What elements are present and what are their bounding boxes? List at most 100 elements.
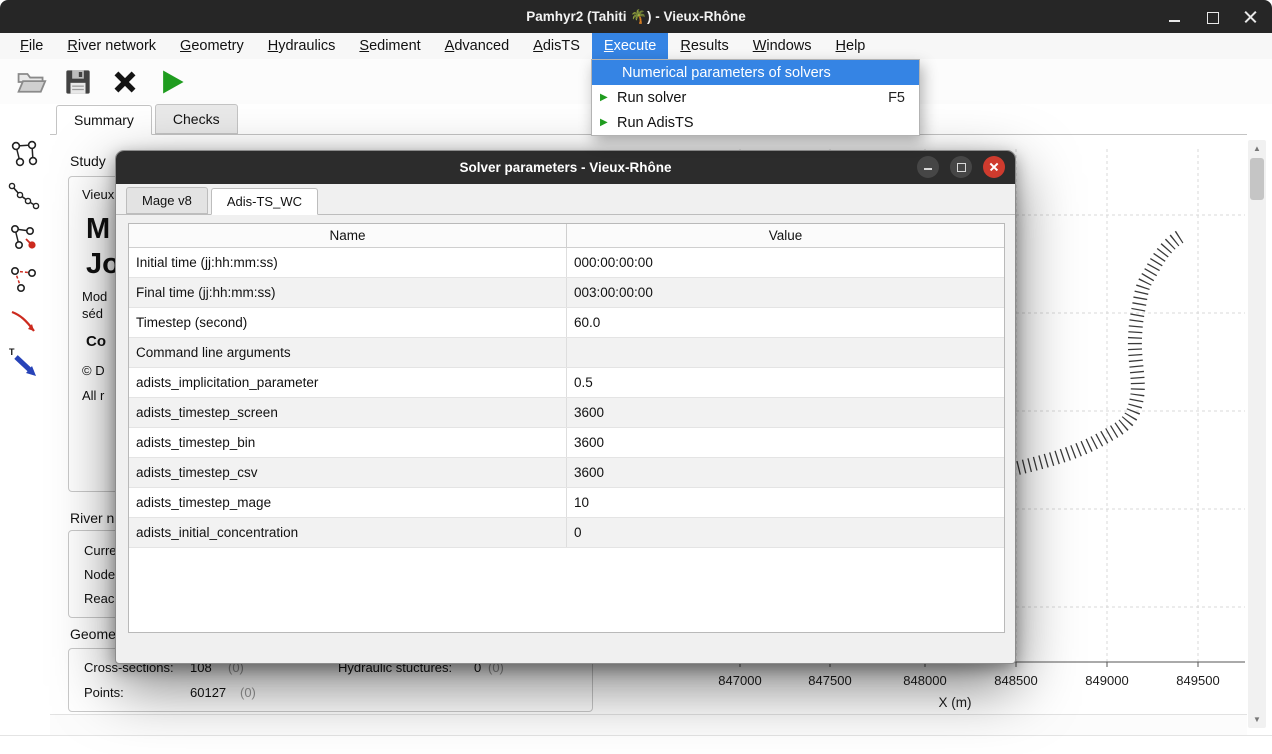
menu-execute[interactable]: Execute [592,33,668,59]
river-network-icon[interactable] [8,138,40,170]
param-name-cell: Command line arguments [129,338,567,367]
table-row: adists_timestep_csv 3600 [129,458,1004,488]
table-row: adists_implicitation_parameter 0.5 [129,368,1004,398]
param-value-cell[interactable]: 0.5 [567,368,1004,397]
maximize-icon[interactable] [1206,10,1220,24]
window-controls [1168,0,1258,33]
scroll-down-icon[interactable]: ▼ [1248,712,1266,727]
dialog-title: Solver parameters - Vieux-Rhône [459,160,671,175]
delete-x-icon [111,68,139,96]
param-name-cell: adists_timestep_mage [129,488,567,517]
table-row: Command line arguments [129,338,1004,368]
scrollbar-thumb[interactable] [1250,158,1264,200]
menu-geometry[interactable]: Geometry [168,33,256,59]
tab-mage-v8[interactable]: Mage v8 [126,187,208,214]
menu-sediment[interactable]: Sediment [347,33,432,59]
close-icon[interactable] [1244,10,1258,24]
param-value-cell[interactable]: 3600 [567,398,1004,427]
bottom-scroll-area [50,714,1247,735]
param-value-cell[interactable]: 3600 [567,458,1004,487]
tab-adis-ts-wc[interactable]: Adis-TS_WC [211,188,318,215]
tab-checks[interactable]: Checks [155,104,238,134]
translate-badge: T [9,347,15,357]
slope-icon[interactable] [8,306,40,338]
play-icon: ▶ [600,92,617,103]
scroll-up-icon[interactable]: ▲ [1248,141,1266,156]
table-body: Initial time (jj:hh:mm:ss) 000:00:00:00 … [129,248,1004,548]
param-value-cell[interactable] [567,338,1004,367]
menu-shortcut: F5 [888,90,905,106]
x-tick-label: 849000 [1085,673,1128,688]
left-tool-strip: T [0,135,50,714]
param-name-cell: Final time (jj:hh:mm:ss) [129,278,567,307]
menu-item-run-adists[interactable]: ▶ Run AdisTS [592,110,919,135]
menubar: File River network Geometry Hydraulics S… [0,33,1272,59]
menu-item-run-solver[interactable]: ▶ Run solver F5 [592,85,919,110]
column-header-value: Value [567,224,1004,247]
menu-file[interactable]: File [8,33,55,59]
param-value-cell[interactable]: 3600 [567,428,1004,457]
river-section-label: River n [70,510,114,526]
menu-help[interactable]: Help [824,33,878,59]
param-value-cell[interactable]: 60.0 [567,308,1004,337]
reaches-text: Reac [84,591,114,606]
table-row: Initial time (jj:hh:mm:ss) 000:00:00:00 [129,248,1004,278]
menu-windows[interactable]: Windows [741,33,824,59]
menu-item-label: Run AdisTS [617,115,694,131]
copyright-text: © D [82,363,105,378]
window-titlebar: Pamhyr2 (Tahiti 🌴) - Vieux-Rhône [0,0,1272,33]
vertical-scrollbar[interactable]: ▲ ▼ [1248,140,1266,728]
dialog-minimize-icon[interactable] [917,156,939,178]
current-network-text: Curre [84,543,117,558]
profile-icon[interactable] [8,180,40,212]
column-header-name: Name [129,224,567,247]
menu-hydraulics[interactable]: Hydraulics [256,33,348,59]
x-tick-label: 847500 [808,673,851,688]
x-tick-label: 847000 [718,673,761,688]
x-axis-label: X (m) [939,695,972,710]
pamhyr2-window: Pamhyr2 (Tahiti 🌴) - Vieux-Rhône File Ri… [0,0,1272,754]
table-header-row: Name Value [129,224,1004,248]
window-bottom-border [0,735,1272,736]
param-name-cell: adists_timestep_csv [129,458,567,487]
execute-dropdown-menu: Numerical parameters of solvers ▶ Run so… [591,59,920,136]
parameters-table: Name Value Initial time (jj:hh:mm:ss) 00… [128,223,1005,633]
param-value-cell[interactable]: 000:00:00:00 [567,248,1004,277]
study-title-line1: M [86,213,110,246]
param-name-cell: Initial time (jj:hh:mm:ss) [129,248,567,277]
menu-adists[interactable]: AdisTS [521,33,592,59]
param-value-cell[interactable]: 0 [567,518,1004,547]
table-row: adists_timestep_bin 3600 [129,428,1004,458]
tab-summary[interactable]: Summary [56,105,152,135]
geometry-section-label: Geome [70,626,116,642]
contributors-heading: Co [86,333,106,350]
open-folder-button[interactable] [12,63,50,101]
dialog-tabbar: Mage v8 Adis-TS_WC [116,184,1015,215]
points-suffix: (0) [240,685,256,700]
study-desc-line1: Mod [82,289,107,304]
save-button[interactable] [59,63,97,101]
table-row: adists_timestep_mage 10 [129,488,1004,518]
menu-river-network[interactable]: River network [55,33,168,59]
param-value-cell[interactable]: 003:00:00:00 [567,278,1004,307]
points-value: 60127 [190,685,226,700]
menu-item-label: Numerical parameters of solvers [622,65,831,81]
dialog-maximize-icon[interactable] [950,156,972,178]
reach-edit-icon[interactable] [8,264,40,296]
study-desc-line2: séd [82,306,103,321]
dialog-close-icon[interactable] [983,156,1005,178]
run-solver-button[interactable] [153,63,191,101]
table-row: Timestep (second) 60.0 [129,308,1004,338]
minimize-icon[interactable] [1168,10,1182,24]
study-name-text: Vieux [82,187,114,202]
window-title: Pamhyr2 (Tahiti 🌴) - Vieux-Rhône [526,9,746,25]
param-value-cell[interactable]: 10 [567,488,1004,517]
points-label: Points: [84,685,124,700]
delete-button[interactable] [106,63,144,101]
menu-item-numerical-parameters[interactable]: Numerical parameters of solvers [592,60,919,85]
solver-parameters-dialog: Solver parameters - Vieux-Rhône Mage v8 … [115,150,1016,664]
dialog-window-controls [917,156,1005,178]
menu-advanced[interactable]: Advanced [433,33,522,59]
add-node-icon[interactable] [8,222,40,254]
menu-results[interactable]: Results [668,33,740,59]
